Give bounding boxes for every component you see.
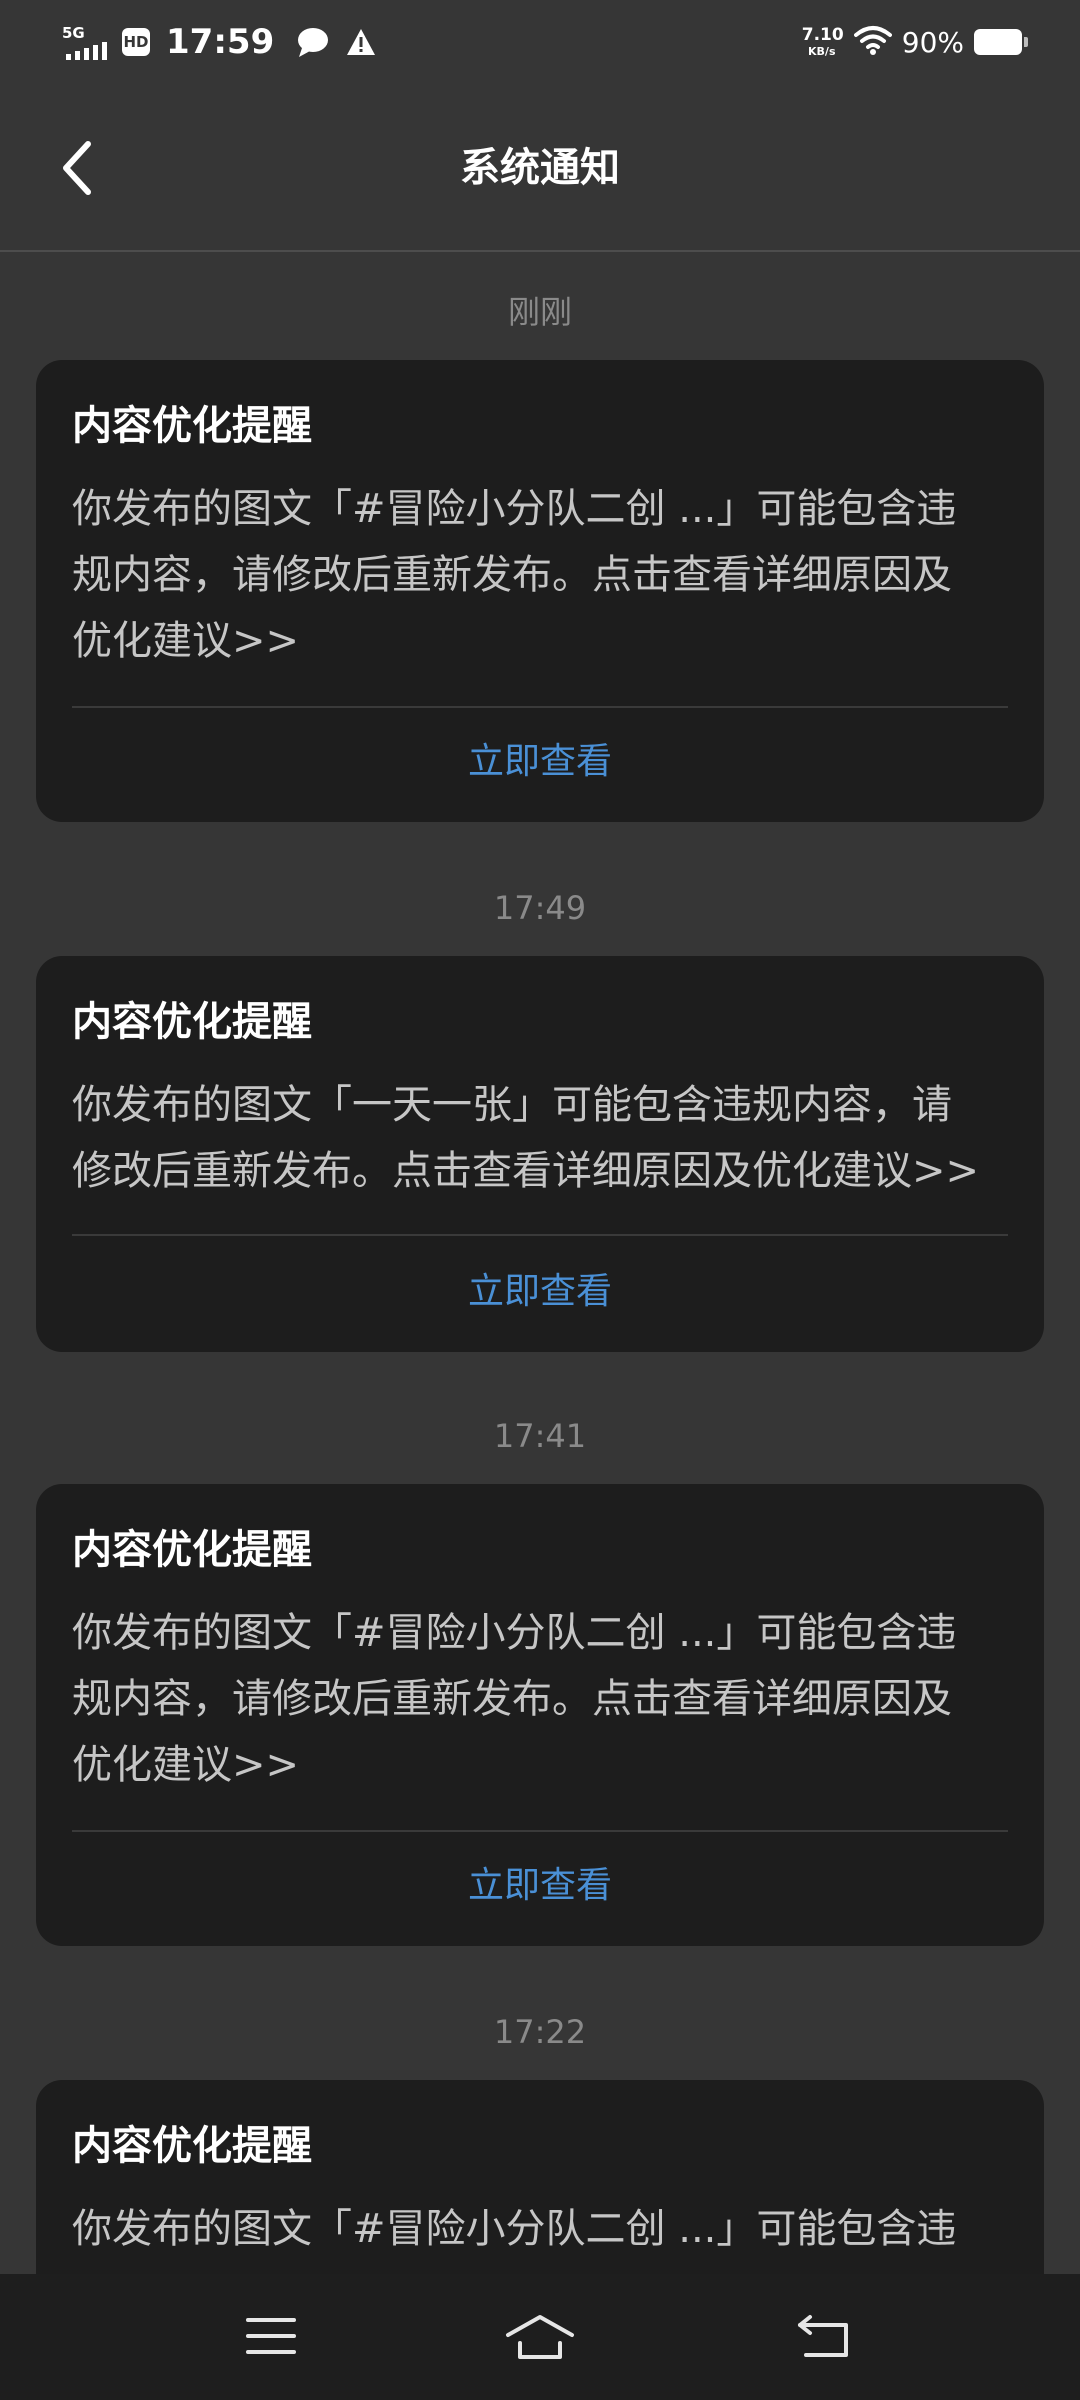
notification-body-line: 优化建议>> [72, 1742, 300, 1788]
notification-body-line: 优化建议>> [72, 618, 300, 664]
card-divider [72, 1830, 1008, 1832]
status-bar-left: 5G HD 17:59 [60, 18, 376, 66]
menu-button[interactable] [226, 2298, 316, 2374]
notification-body-line: 你发布的图文「#冒险小分队二创 ...」可能包含违 [72, 486, 957, 532]
wifi-icon [853, 25, 892, 59]
notification-body-line: 你发布的图文「#冒险小分队二创 ...」可能包含违 [72, 1610, 957, 1656]
notification-timestamp: 17:49 [493, 889, 587, 927]
notification-title: 内容优化提醒 [72, 403, 312, 449]
notification-title: 内容优化提醒 [72, 1527, 312, 1573]
battery-icon [974, 29, 1028, 55]
notification-body-line: 你发布的图文「#冒险小分队二创 ...」可能包含违 [72, 2206, 957, 2252]
back-nav-button[interactable] [780, 2298, 870, 2374]
page-title: 系统通知 [460, 145, 620, 191]
status-time: 17:59 [166, 22, 275, 62]
notification-timestamp: 17:41 [493, 1417, 587, 1455]
card-divider [72, 706, 1008, 708]
notification-card[interactable]: 内容优化提醒 你发布的图文「#冒险小分队二创 ...」可能包含违 规内容，请修改… [36, 360, 1044, 822]
notification-title: 内容优化提醒 [72, 999, 312, 1045]
hd-icon: HD [122, 28, 150, 56]
battery-percent: 90% [901, 25, 964, 59]
network-type: 5G [62, 24, 85, 42]
notification-body[interactable]: 你发布的图文「#冒险小分队二创 ...」可能包含违 规内容，请修改后重新发布。点… [72, 476, 1036, 674]
status-bar-right: 7.10 KB/s 90% [801, 18, 1028, 66]
notification-card[interactable]: 内容优化提醒 你发布的图文「#冒险小分队二创 ...」可能包含违 规内容，请修改… [36, 1484, 1044, 1946]
notification-body[interactable]: 你发布的图文「#冒险小分队二创 ...」可能包含违 规内容，请修改后重新发布。点… [72, 1600, 1036, 1798]
notification-body[interactable]: 你发布的图文「一天一张」可能包含违规内容，请 修改后重新发布。点击查看详细原因及… [72, 1072, 1036, 1204]
notification-body-line: 修改后重新发布。点击查看详细原因及优化建议>> [72, 1148, 980, 1194]
menu-icon [246, 2318, 296, 2354]
speed-unit: KB/s [808, 45, 836, 58]
warning-icon [346, 28, 376, 56]
message-icon [296, 26, 330, 58]
notification-body[interactable]: 你发布的图文「#冒险小分队二创 ...」可能包含违 [72, 2196, 1036, 2262]
notification-title: 内容优化提醒 [72, 2123, 312, 2169]
notification-body-line: 规内容，请修改后重新发布。点击查看详细原因及 [72, 552, 952, 598]
view-now-button[interactable]: 立即查看 [36, 1860, 1044, 1912]
notification-list[interactable]: 刚刚 内容优化提醒 你发布的图文「#冒险小分队二创 ...」可能包含违 规内容，… [0, 252, 1080, 2274]
status-bar: 5G HD 17:59 7.10 KB/s 90% [0, 0, 1080, 84]
home-button[interactable] [495, 2298, 585, 2374]
app-header: 系统通知 [0, 84, 1080, 252]
notification-card[interactable]: 内容优化提醒 你发布的图文「一天一张」可能包含违规内容，请 修改后重新发布。点击… [36, 956, 1044, 1352]
notification-body-line: 你发布的图文「一天一张」可能包含违规内容，请 [72, 1082, 952, 1128]
network-speed: 7.10 KB/s [801, 25, 844, 58]
view-now-button[interactable]: 立即查看 [36, 736, 1044, 788]
notification-body-line: 规内容，请修改后重新发布。点击查看详细原因及 [72, 1676, 952, 1722]
notification-card[interactable]: 内容优化提醒 你发布的图文「#冒险小分队二创 ...」可能包含违 [36, 2080, 1044, 2274]
view-now-button[interactable]: 立即查看 [36, 1266, 1044, 1318]
signal-icon: 5G [60, 22, 112, 62]
card-divider [72, 1234, 1008, 1236]
home-icon [506, 2315, 574, 2359]
speed-value: 7.10 [801, 25, 844, 45]
system-navigation-bar [0, 2274, 1080, 2400]
notification-timestamp: 17:22 [493, 2013, 587, 2051]
notification-timestamp: 刚刚 [507, 293, 572, 331]
back-icon [798, 2315, 848, 2357]
